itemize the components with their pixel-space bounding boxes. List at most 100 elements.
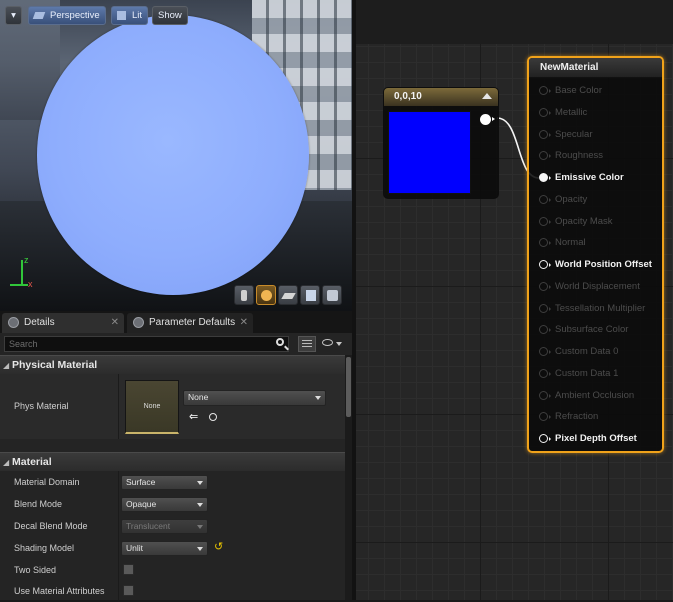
input-pin-row-ambient-occlusion[interactable]: Ambient Occlusion bbox=[529, 386, 664, 408]
material-section-title: Material bbox=[12, 456, 52, 468]
input-pin-icon[interactable] bbox=[539, 390, 551, 400]
input-pin-label: World Position Offset bbox=[555, 259, 652, 270]
details-search-input[interactable]: Search bbox=[4, 336, 289, 352]
input-pin-icon[interactable] bbox=[539, 238, 551, 248]
details-search-row: Search bbox=[0, 333, 352, 355]
input-pin-icon[interactable] bbox=[539, 412, 551, 422]
physical-material-section-header[interactable]: ◢ Physical Material bbox=[0, 355, 345, 374]
input-pin-icon[interactable] bbox=[539, 260, 551, 269]
shading-model-row: Shading Model Unlit ↺ bbox=[0, 537, 345, 559]
preview-plane-button[interactable] bbox=[278, 285, 298, 305]
input-pin-row-refraction[interactable]: Refraction bbox=[529, 407, 664, 429]
constant3vector-node[interactable]: 0,0,10 bbox=[383, 87, 499, 199]
use-material-attributes-checkbox[interactable] bbox=[123, 585, 134, 596]
input-pin-icon[interactable] bbox=[539, 434, 551, 443]
two-sided-checkbox[interactable] bbox=[123, 564, 134, 575]
use-selected-arrow-icon[interactable]: ⇐ bbox=[189, 410, 198, 423]
material-preview-viewport[interactable]: ▾ Perspective Lit Show x z bbox=[0, 0, 352, 311]
material-graph-canvas[interactable]: 0,0,10 NewMaterial Base Color Metallic Spe… bbox=[356, 0, 673, 600]
input-pin-icon[interactable] bbox=[539, 216, 551, 226]
lit-button[interactable]: Lit bbox=[111, 6, 149, 25]
input-pin-icon[interactable] bbox=[539, 86, 551, 95]
physical-material-section-title: Physical Material bbox=[12, 359, 98, 371]
input-pin-icon[interactable] bbox=[539, 281, 551, 291]
input-pin-row-metallic[interactable]: Metallic bbox=[529, 103, 664, 125]
input-pin-row-base-color[interactable]: Base Color bbox=[529, 81, 664, 103]
preview-sphere-button[interactable] bbox=[256, 285, 276, 305]
material-node-header[interactable]: NewMaterial bbox=[529, 58, 662, 78]
phys-material-label: Phys Material bbox=[14, 401, 69, 411]
phys-material-row: Phys Material None None ⇐ bbox=[0, 374, 345, 439]
eye-visibility-button[interactable] bbox=[322, 338, 342, 348]
grid-view-button[interactable] bbox=[298, 336, 316, 352]
viewport-menu-button[interactable]: ▾ bbox=[5, 6, 22, 25]
material-section-header[interactable]: ◢ Material bbox=[0, 452, 345, 471]
constant-node-header[interactable]: 0,0,10 bbox=[384, 88, 498, 106]
details-scroll-thumb[interactable] bbox=[346, 357, 351, 417]
input-pin-row-custom-data-1[interactable]: Custom Data 1 bbox=[529, 364, 664, 386]
collapse-arrow-icon[interactable] bbox=[482, 93, 492, 99]
input-pin-icon[interactable] bbox=[539, 368, 551, 378]
input-pin-label: World Displacement bbox=[555, 280, 640, 292]
input-pin-row-world-position-offset[interactable]: World Position Offset bbox=[529, 255, 664, 277]
input-pin-row-specular[interactable]: Specular bbox=[529, 125, 664, 147]
material-result-node[interactable]: NewMaterial Base Color Metallic Specular Ro… bbox=[527, 56, 664, 453]
tab-parameter-defaults[interactable]: Parameter Defaults ✕ bbox=[127, 313, 253, 333]
input-pin-icon[interactable] bbox=[539, 151, 551, 161]
preview-cylinder-button[interactable] bbox=[234, 285, 254, 305]
tab-parameter-defaults-label: Parameter Defaults bbox=[149, 317, 236, 328]
material-domain-value: Surface bbox=[126, 477, 156, 487]
shading-model-dropdown[interactable]: Unlit bbox=[121, 541, 208, 556]
close-icon[interactable]: ✕ bbox=[111, 313, 119, 333]
tab-details[interactable]: Details ✕ bbox=[2, 313, 124, 333]
input-pin-label: Opacity bbox=[555, 193, 588, 205]
input-pin-row-roughness[interactable]: Roughness bbox=[529, 146, 664, 168]
input-pin-row-opacity[interactable]: Opacity bbox=[529, 190, 664, 212]
output-pin[interactable] bbox=[480, 114, 495, 125]
input-pin-row-subsurface-color[interactable]: Subsurface Color bbox=[529, 320, 664, 342]
preview-cube-button[interactable] bbox=[300, 285, 320, 305]
grid-icon bbox=[302, 340, 312, 348]
two-sided-label: Two Sided bbox=[14, 565, 57, 575]
input-pin-icon[interactable] bbox=[539, 325, 551, 335]
preview-sphere[interactable] bbox=[37, 15, 309, 295]
chevron-down-icon bbox=[197, 481, 203, 485]
input-pin-row-normal[interactable]: Normal bbox=[529, 233, 664, 255]
input-pin-row-opacity-mask[interactable]: Opacity Mask bbox=[529, 212, 664, 234]
axis-x-label: x bbox=[28, 279, 33, 289]
input-pin-row-tessellation-multiplier[interactable]: Tessellation Multiplier bbox=[529, 299, 664, 321]
constant-node-title: 0,0,10 bbox=[394, 91, 422, 102]
tab-details-label: Details bbox=[24, 317, 55, 328]
browse-search-icon[interactable] bbox=[209, 413, 217, 421]
input-pin-row-pixel-depth-offset[interactable]: Pixel Depth Offset bbox=[529, 429, 664, 451]
input-pin-icon[interactable] bbox=[539, 194, 551, 204]
color-swatch[interactable] bbox=[388, 111, 471, 194]
input-pin-label: Subsurface Color bbox=[555, 324, 629, 336]
input-pin-row-world-displacement[interactable]: World Displacement bbox=[529, 277, 664, 299]
show-button[interactable]: Show bbox=[152, 6, 188, 25]
material-domain-dropdown[interactable]: Surface bbox=[121, 475, 208, 490]
input-pin-icon[interactable] bbox=[539, 107, 551, 117]
phys-material-dropdown[interactable]: None bbox=[183, 390, 326, 406]
chevron-down-icon: ▾ bbox=[11, 10, 16, 21]
details-scrollbar[interactable] bbox=[345, 355, 352, 600]
phys-material-thumbnail[interactable]: None bbox=[125, 380, 179, 434]
input-pin-row-custom-data-0[interactable]: Custom Data 0 bbox=[529, 342, 664, 364]
search-placeholder: Search bbox=[9, 339, 38, 349]
reset-to-default-icon[interactable]: ↺ bbox=[214, 540, 223, 553]
input-pin-row-emissive-color[interactable]: Emissive Color bbox=[529, 168, 664, 190]
close-icon[interactable]: ✕ bbox=[240, 313, 248, 333]
input-pin-icon[interactable] bbox=[539, 347, 551, 356]
input-pin-label: Ambient Occlusion bbox=[555, 389, 635, 401]
input-pin-icon[interactable] bbox=[539, 129, 551, 139]
collapse-triangle-icon: ◢ bbox=[3, 361, 10, 370]
input-pin-icon[interactable] bbox=[539, 303, 551, 313]
preview-mesh-button[interactable] bbox=[322, 285, 342, 305]
two-sided-row: Two Sided bbox=[0, 559, 345, 581]
search-icon[interactable] bbox=[276, 338, 284, 346]
perspective-button[interactable]: Perspective bbox=[28, 6, 106, 25]
input-pin-icon[interactable] bbox=[539, 173, 551, 182]
blend-mode-dropdown[interactable]: Opaque bbox=[121, 497, 208, 512]
details-tab-icon bbox=[8, 317, 19, 328]
input-pin-label: Opacity Mask bbox=[555, 215, 613, 227]
